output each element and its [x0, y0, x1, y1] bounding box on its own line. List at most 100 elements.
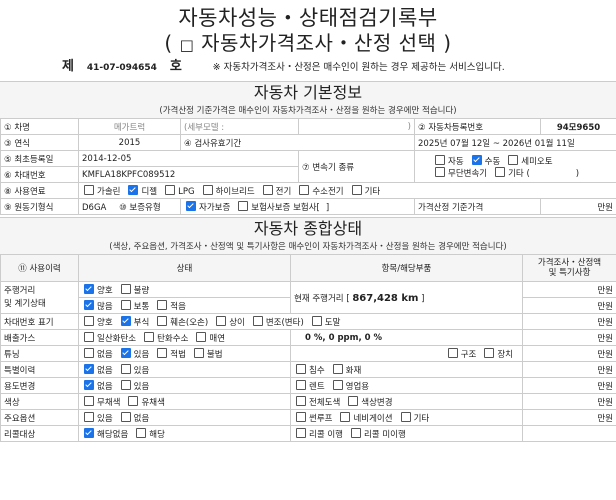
price-survey-checkbox[interactable]: □	[180, 36, 195, 54]
checkbox[interactable]	[216, 315, 227, 326]
recall-label: 리콜대상	[0, 425, 79, 442]
option: 장치	[482, 347, 513, 360]
checkbox[interactable]	[262, 184, 273, 195]
table-row: ⑤ 최초등록일 2014-12-05 ⑦ 변속기 종류 자동 수동 세미오토 무단변속…	[0, 150, 616, 183]
basic-info-header: 자동차 기본정보 (가격산정 기준가격은 매수인이 자동차가격조사・산정을 원하…	[0, 81, 616, 118]
car-name-label: ① 차명	[0, 118, 79, 135]
table-row: 용도변경 없음 있음 렌트 영업용 만원	[0, 377, 616, 394]
option-label: 불법	[206, 349, 223, 360]
checked-checkbox[interactable]	[84, 379, 94, 390]
option: 없음	[82, 347, 113, 360]
checkbox[interactable]	[84, 411, 94, 422]
checkbox[interactable]	[120, 363, 131, 374]
checkbox[interactable]	[296, 363, 306, 374]
checkbox[interactable]	[400, 411, 411, 422]
subtitle-open-paren: (	[164, 31, 180, 55]
checkbox[interactable]	[447, 347, 458, 358]
checkbox[interactable]	[252, 315, 263, 326]
checkbox[interactable]	[193, 347, 204, 358]
checkbox[interactable]	[348, 395, 359, 406]
checkbox[interactable]	[340, 411, 351, 422]
checkbox[interactable]	[157, 299, 168, 310]
option-label: 없음	[97, 381, 113, 392]
transmission-line-1: 자동 수동 세미오토	[433, 154, 613, 167]
checked-checkbox[interactable]	[120, 315, 131, 326]
motor-label: ⑨ 원동기형식	[0, 198, 79, 215]
checkbox[interactable]	[435, 166, 445, 177]
option: 유채색	[126, 395, 165, 408]
reg-no-value: 94모9650	[540, 118, 616, 135]
checked-checkbox[interactable]	[120, 347, 131, 358]
vin-mark-options: 양호 부식 훼손(오손) 상이 변조(변타) 도말	[78, 313, 523, 330]
number-prefix: 제	[62, 59, 74, 74]
checkbox[interactable]	[120, 283, 131, 294]
checked-checkbox[interactable]	[84, 363, 94, 374]
checkbox[interactable]	[84, 347, 94, 358]
checkbox[interactable]	[351, 184, 362, 195]
checkbox[interactable]	[296, 395, 306, 406]
current-mileage-close: ]	[421, 293, 425, 304]
table-row: ③ 연식 2015 ④ 검사유효기간 2025년 07월 12일 ~ 2026년…	[0, 134, 616, 151]
record-number: 41-07-094654	[86, 63, 157, 73]
checkbox[interactable]	[120, 299, 131, 310]
option-label: 가솔린	[97, 186, 121, 197]
color-options: 무채색 유채색	[78, 393, 291, 410]
option-label: 기타 (	[508, 168, 530, 179]
checkbox[interactable]	[120, 411, 131, 422]
main-options-label: 주요옵션	[0, 409, 79, 426]
checked-checkbox[interactable]	[471, 154, 482, 165]
checked-checkbox[interactable]	[128, 184, 139, 195]
checkbox[interactable]	[296, 379, 306, 390]
checkbox[interactable]	[238, 200, 249, 211]
option: 있음	[82, 411, 113, 424]
option-label: 수소전기	[312, 186, 344, 197]
table-row: 주행거리 및 계기상태 양호 불량 현재 주행거리 [ 867,428 km ] …	[0, 281, 616, 314]
checkbox[interactable]	[435, 154, 445, 165]
checkbox[interactable]	[508, 154, 519, 165]
year-value: 2015	[78, 134, 181, 151]
checkbox[interactable]	[495, 166, 506, 177]
checkbox[interactable]	[299, 184, 310, 195]
checkbox[interactable]	[144, 331, 155, 342]
checkbox[interactable]	[128, 395, 139, 406]
checkbox[interactable]	[84, 331, 94, 342]
option: 하이브리드	[201, 184, 255, 197]
checkbox[interactable]	[332, 363, 343, 374]
checkbox[interactable]	[350, 427, 361, 438]
option-label: 부식	[133, 317, 150, 328]
checkbox[interactable]	[157, 347, 168, 358]
option-label: 있음	[133, 349, 150, 360]
option: 탄화수소	[142, 331, 188, 344]
service-note: ※ 자동차가격조사・산정은 매수인이 원하는 경우 제공하는 서비스입니다.	[212, 62, 505, 73]
checkbox[interactable]	[84, 184, 94, 195]
option-label: 기타	[364, 186, 381, 197]
checkbox[interactable]	[165, 184, 176, 195]
option: 화재	[331, 363, 361, 376]
checkbox[interactable]	[157, 315, 168, 326]
checkbox[interactable]	[196, 331, 207, 342]
checked-checkbox[interactable]	[84, 283, 94, 294]
tuning-label: 튜닝	[0, 345, 79, 362]
checkbox[interactable]	[484, 347, 495, 358]
motor-value: D6GA ⑩ 보증유형	[78, 198, 181, 215]
checkbox[interactable]	[296, 427, 306, 438]
col-price-line1: 가격조사・산정액	[537, 258, 602, 268]
checkbox[interactable]	[311, 315, 322, 326]
number-suffix: 호	[169, 59, 182, 74]
checkbox[interactable]	[84, 315, 94, 326]
option: 불량	[119, 283, 149, 296]
option: 양호	[82, 283, 113, 296]
checkbox[interactable]	[202, 184, 213, 195]
option: 구조	[446, 347, 476, 360]
document-subtitle: ( □ 자동차가격조사・산정 선택 )	[0, 30, 616, 56]
checked-checkbox[interactable]	[84, 427, 94, 438]
checkbox[interactable]	[332, 379, 343, 390]
checkbox[interactable]	[296, 411, 306, 422]
checkbox[interactable]	[120, 379, 131, 390]
checked-checkbox[interactable]	[84, 299, 94, 310]
col-usage: ⑪ 사용이력	[0, 254, 79, 282]
option: 리콜 미이행	[349, 427, 406, 440]
checkbox[interactable]	[136, 427, 147, 438]
checkbox[interactable]	[84, 395, 94, 406]
checked-checkbox[interactable]	[186, 200, 196, 211]
